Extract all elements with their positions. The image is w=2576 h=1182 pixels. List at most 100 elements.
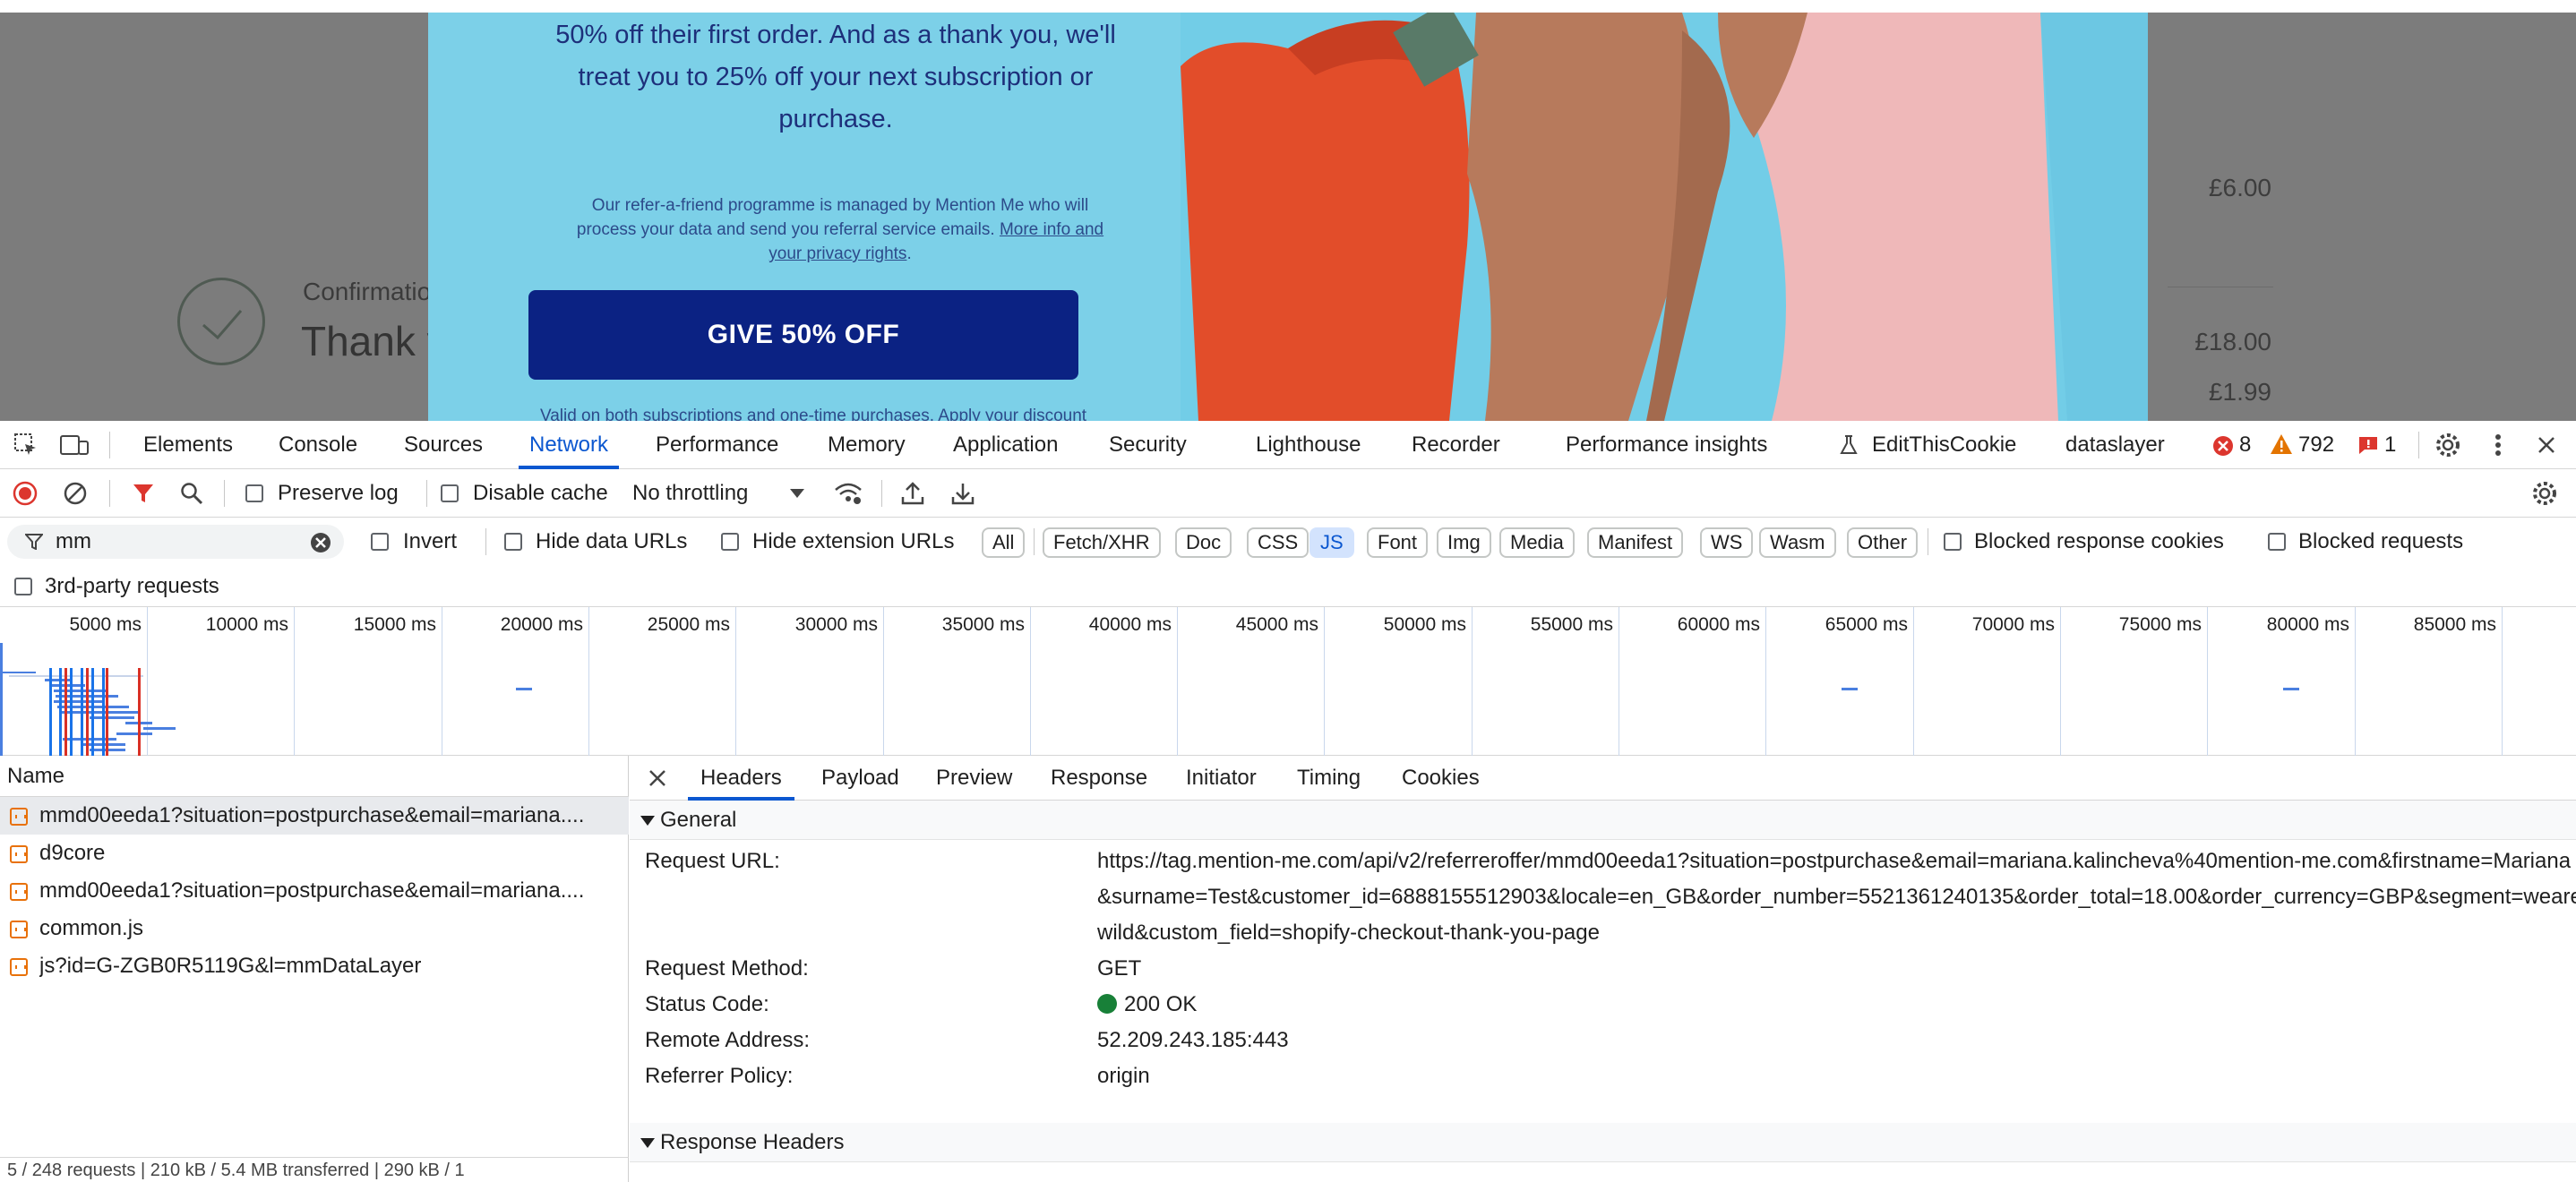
inspect-element-icon[interactable] (13, 433, 39, 458)
error-icon[interactable] (2212, 435, 2234, 457)
tab-console[interactable]: Console (279, 421, 357, 469)
network-conditions-icon[interactable] (833, 480, 863, 507)
close-icon[interactable] (2533, 432, 2560, 458)
tab-editthiscookie[interactable]: EditThisCookie (1872, 421, 2016, 469)
disable-cache-checkbox[interactable] (441, 484, 459, 502)
general-section-header[interactable]: General (630, 801, 2576, 840)
third-party-checkbox[interactable] (14, 578, 32, 595)
throttling-select[interactable]: No throttling (632, 469, 748, 518)
give-50-off-button[interactable]: GIVE 50% OFF (528, 290, 1078, 380)
remote-address-label: Remote Address: (645, 1028, 811, 1052)
timeline-tick-label: 30000 ms (794, 614, 878, 635)
preserve-log-label: Preserve log (278, 481, 399, 505)
referrer-policy-value: origin (1097, 1064, 1150, 1088)
tab-lighthouse[interactable]: Lighthouse (1256, 421, 1361, 469)
expand-triangle-icon (640, 1138, 655, 1149)
filter-funnel-icon (25, 534, 43, 550)
hide-extension-urls-checkbox[interactable] (721, 533, 739, 551)
settings-gear-icon[interactable] (2434, 432, 2461, 458)
blocked-cookies-checkbox[interactable] (1944, 533, 1962, 551)
chevron-down-icon[interactable] (788, 487, 806, 500)
timeline-overview[interactable]: 5000 ms 10000 ms 15000 ms 20000 ms 25000 ms 3… (0, 607, 2576, 756)
request-name: js?id=G-ZGB0R5119G&l=mmDataLayer (39, 954, 422, 978)
type-chip-all[interactable]: All (982, 527, 1026, 558)
filter-input-box[interactable]: mm (7, 525, 344, 559)
type-chip-fetch-xhr[interactable]: Fetch/XHR (1043, 527, 1161, 558)
type-chip-css[interactable]: CSS (1247, 527, 1309, 558)
details-tab-preview[interactable]: Preview (936, 756, 1012, 801)
details-tab-initiator[interactable]: Initiator (1186, 756, 1257, 801)
name-column-header[interactable]: Name (0, 756, 629, 797)
blocked-cookies-label: Blocked response cookies (1974, 529, 2224, 553)
error-count: 8 (2239, 433, 2252, 457)
tab-application[interactable]: Application (953, 421, 1058, 469)
details-tab-bar: Headers Payload Preview Response Initiat… (630, 756, 2576, 801)
type-chip-other[interactable]: Other (1847, 527, 1919, 558)
warning-icon[interactable] (2270, 433, 2293, 455)
timeline-waterfall (0, 643, 176, 756)
timeline-tick-label: 45000 ms (1235, 614, 1318, 635)
request-row[interactable]: d9core (0, 835, 629, 872)
request-name: mmd00eeda1?situation=postpurchase&email=… (39, 878, 585, 903)
clear-icon[interactable] (63, 481, 88, 506)
type-chip-manifest[interactable]: Manifest (1587, 527, 1684, 558)
issues-icon[interactable] (2357, 435, 2379, 455)
tab-memory[interactable]: Memory (828, 421, 906, 469)
details-tab-headers[interactable]: Headers (688, 756, 794, 801)
export-har-icon[interactable] (949, 480, 976, 507)
filter-input[interactable]: mm (56, 525, 91, 559)
request-row[interactable]: mmd00eeda1?situation=postpurchase&email=… (0, 797, 629, 835)
request-row[interactable]: js?id=G-ZGB0R5119G&l=mmDataLayer (0, 947, 629, 985)
modal-content: 50% off their first order. And as a than… (428, 13, 1181, 421)
details-tab-cookies[interactable]: Cookies (1402, 756, 1480, 801)
request-row[interactable]: common.js (0, 910, 629, 947)
type-chip-ws[interactable]: WS (1700, 527, 1754, 558)
more-options-icon[interactable] (2485, 432, 2512, 458)
request-method-value: GET (1097, 956, 1142, 981)
preserve-log-checkbox[interactable] (245, 484, 263, 502)
timeline-request-mark (2283, 688, 2299, 690)
blocked-requests-label: Blocked requests (2298, 529, 2464, 553)
timeline-tick-label: 20000 ms (500, 614, 583, 635)
tab-security[interactable]: Security (1109, 421, 1187, 469)
type-chip-img[interactable]: Img (1437, 527, 1491, 558)
blocked-requests-checkbox[interactable] (2268, 533, 2286, 551)
details-tab-timing[interactable]: Timing (1297, 756, 1361, 801)
invert-label: Invert (403, 529, 458, 553)
request-method-label: Request Method: (645, 956, 809, 981)
type-chip-js[interactable]: JS (1309, 527, 1354, 558)
request-name: d9core (39, 841, 106, 865)
hide-data-urls-checkbox[interactable] (504, 533, 522, 551)
hero-photo (1181, 13, 2148, 421)
tab-recorder[interactable]: Recorder (1412, 421, 1500, 469)
type-chip-media[interactable]: Media (1499, 527, 1575, 558)
tab-sources[interactable]: Sources (404, 421, 483, 469)
expand-triangle-icon (640, 816, 655, 827)
type-chip-font[interactable]: Font (1367, 527, 1429, 558)
device-toolbar-icon[interactable] (59, 433, 90, 458)
filter-icon[interactable] (131, 481, 156, 506)
import-har-icon[interactable] (899, 480, 926, 507)
details-tab-payload[interactable]: Payload (821, 756, 899, 801)
invert-checkbox[interactable] (371, 533, 389, 551)
script-file-icon (10, 808, 28, 826)
record-stop-icon[interactable] (13, 481, 38, 506)
tab-dataslayer[interactable]: dataslayer (2065, 421, 2165, 469)
close-details-icon[interactable] (646, 767, 669, 790)
tab-network[interactable]: Network (518, 421, 620, 469)
script-file-icon (10, 921, 28, 938)
status-code-label: Status Code: (645, 992, 769, 1016)
type-chip-wasm[interactable]: Wasm (1759, 527, 1836, 558)
search-icon[interactable] (179, 481, 204, 506)
network-settings-gear-icon[interactable] (2531, 480, 2558, 507)
response-headers-section-header[interactable]: Response Headers (630, 1123, 2576, 1162)
request-row[interactable]: mmd00eeda1?situation=postpurchase&email=… (0, 872, 629, 910)
tab-performance[interactable]: Performance (656, 421, 778, 469)
type-chip-doc[interactable]: Doc (1175, 527, 1232, 558)
timeline-tick-label: 75000 ms (2118, 614, 2202, 635)
tab-elements[interactable]: Elements (143, 421, 233, 469)
clear-filter-icon[interactable] (310, 532, 331, 553)
tab-performance-insights[interactable]: Performance insights (1566, 421, 1767, 469)
details-tab-response[interactable]: Response (1051, 756, 1147, 801)
timeline-request-mark (1842, 688, 1858, 690)
